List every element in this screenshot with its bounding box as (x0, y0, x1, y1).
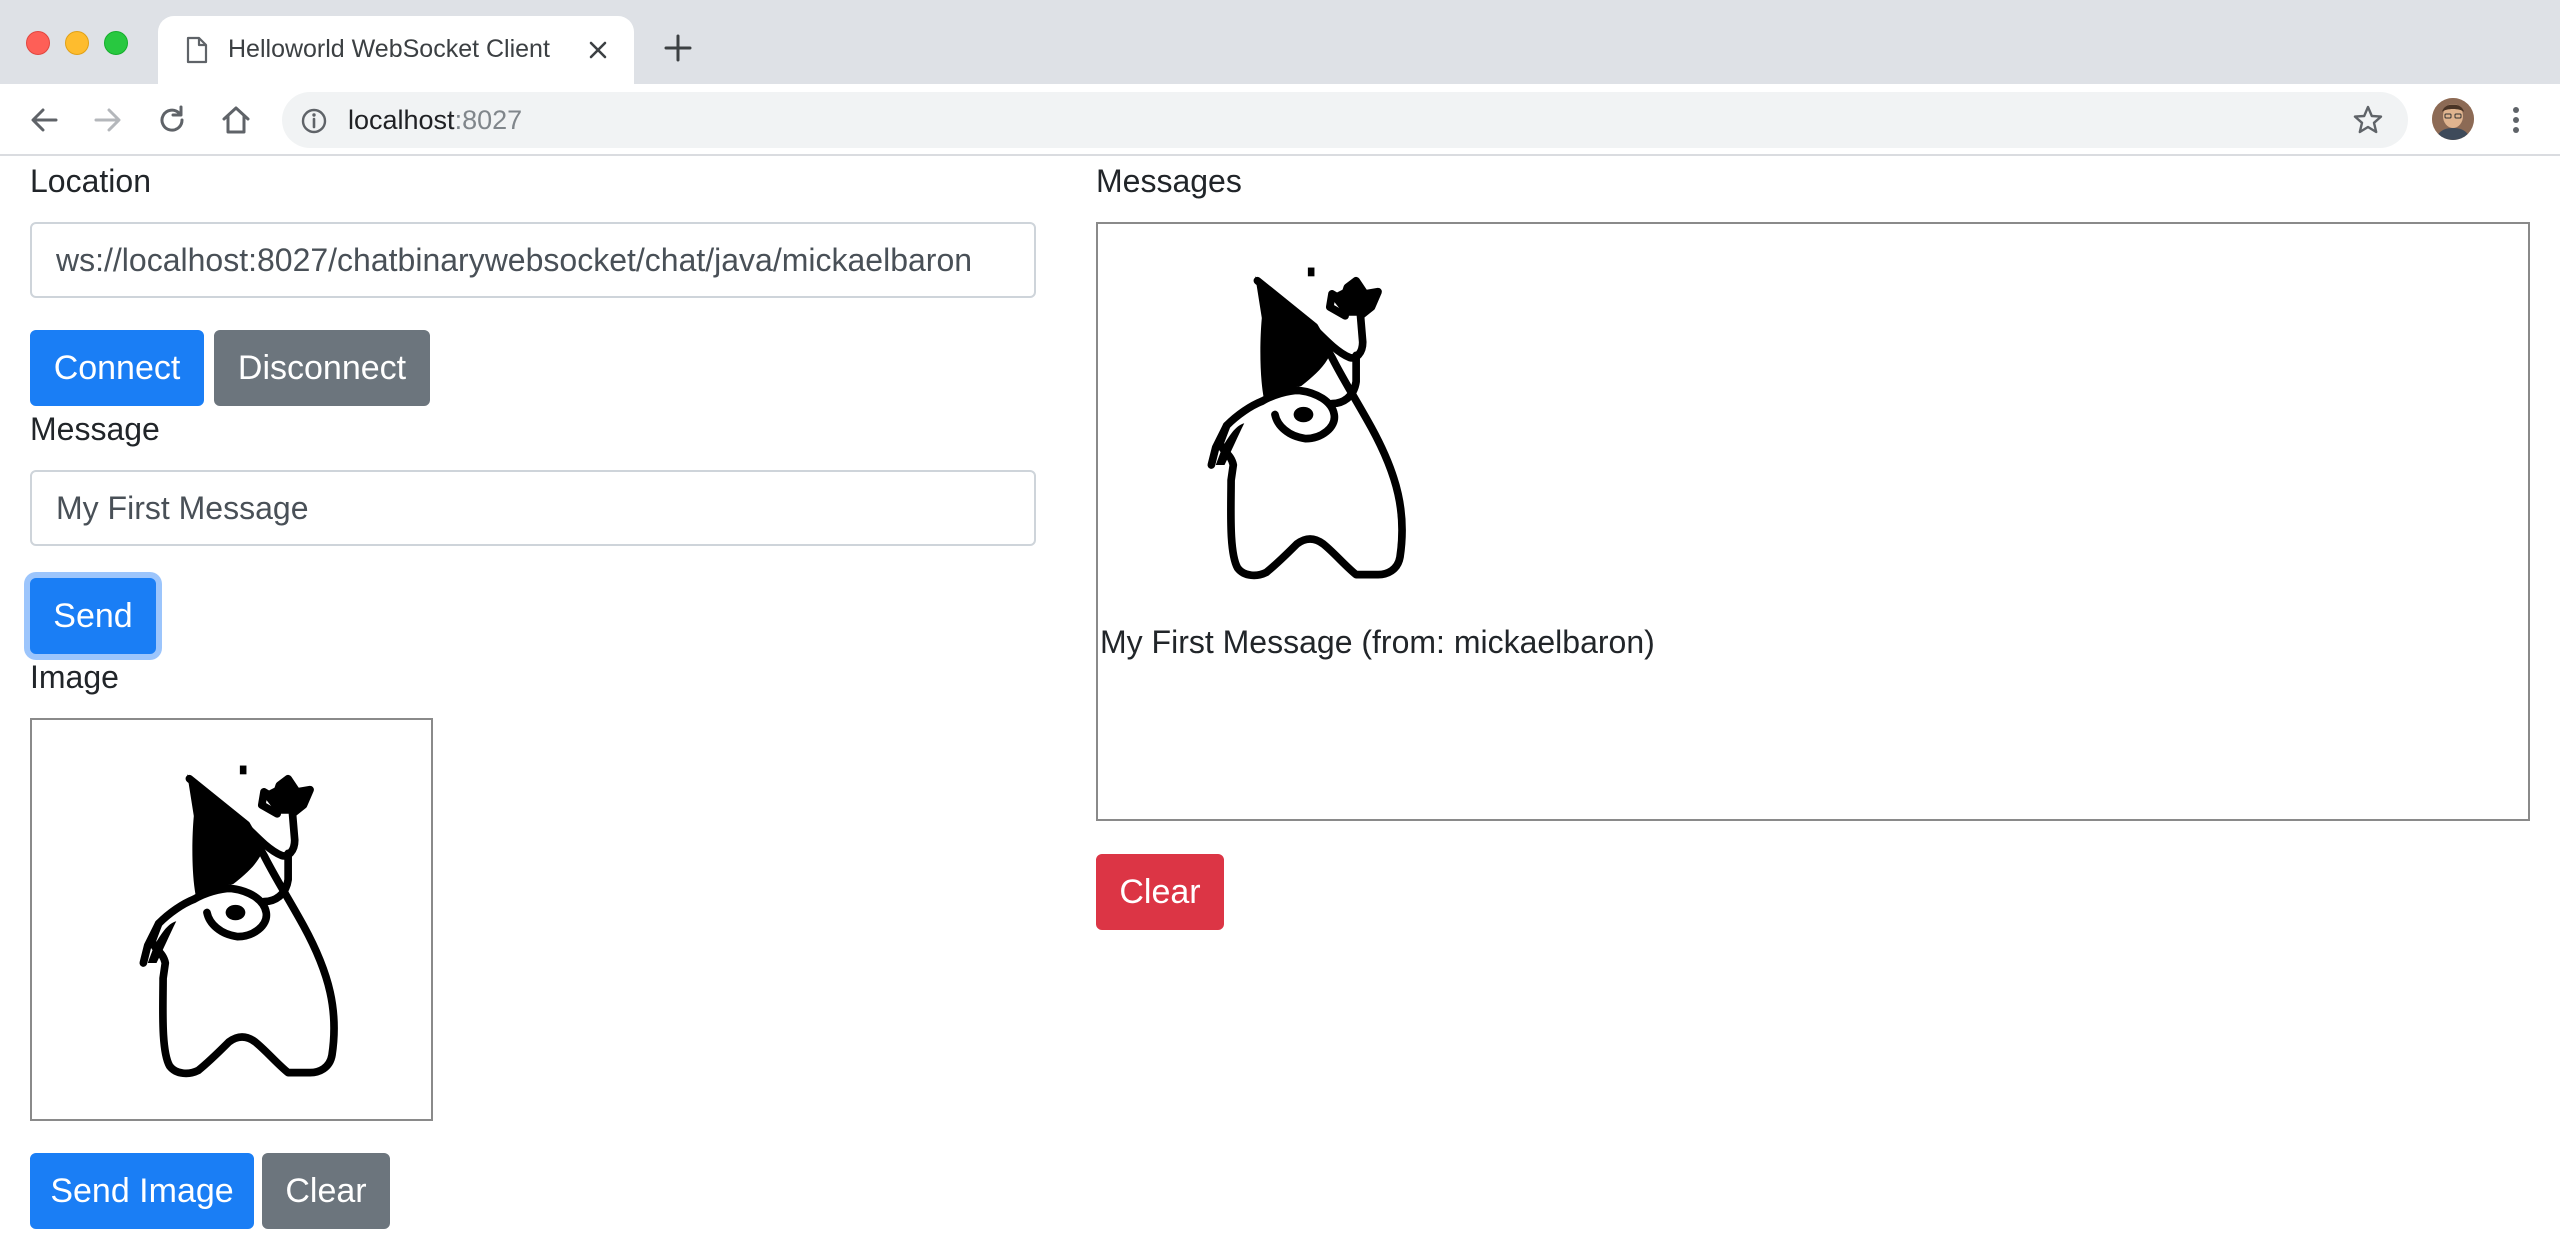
window-maximize-button[interactable] (104, 31, 128, 55)
close-icon[interactable] (584, 36, 612, 64)
address-bar[interactable]: localhost:8027 (282, 92, 2408, 148)
browser-tabstrip: Helloworld WebSocket Client (0, 0, 2560, 84)
home-icon[interactable] (218, 102, 254, 138)
duke-drawing-image (70, 765, 390, 1088)
image-preview[interactable] (30, 718, 433, 1121)
received-duke-image (1138, 267, 1458, 590)
disconnect-button[interactable]: Disconnect (214, 330, 430, 406)
window-close-button[interactable] (26, 31, 50, 55)
profile-avatar[interactable] (2432, 98, 2474, 140)
kebab-menu-icon[interactable] (2498, 102, 2534, 138)
image-label: Image (30, 659, 119, 695)
window-minimize-button[interactable] (65, 31, 89, 55)
send-image-button[interactable]: Send Image (30, 1153, 254, 1229)
location-input[interactable] (30, 222, 1036, 298)
avatar-image (2432, 98, 2474, 140)
messages-label: Messages (1096, 163, 1242, 199)
clear-image-button[interactable]: Clear (262, 1153, 390, 1229)
location-label: Location (30, 163, 151, 199)
page-content: Location Connect Disconnect Message Send… (0, 157, 2560, 1246)
url-port: :8027 (454, 105, 523, 135)
forward-arrow-icon[interactable] (90, 102, 126, 138)
star-icon[interactable] (2352, 104, 2384, 136)
send-button[interactable]: Send (30, 578, 156, 654)
plus-icon[interactable] (662, 32, 694, 64)
tab-title: Helloworld WebSocket Client (228, 35, 550, 63)
connect-button[interactable]: Connect (30, 330, 204, 406)
info-icon[interactable] (300, 107, 328, 135)
url-host: localhost (348, 105, 455, 135)
message-input[interactable] (30, 470, 1036, 546)
message-label: Message (30, 411, 160, 447)
browser-toolbar: localhost:8027 (0, 84, 2560, 156)
browser-tab[interactable]: Helloworld WebSocket Client (158, 16, 634, 84)
messages-panel[interactable]: My First Message (from: mickaelbaron) (1096, 222, 2530, 821)
message-item: My First Message (from: mickaelbaron) (1100, 624, 1655, 660)
page-icon (186, 36, 208, 64)
clear-messages-button[interactable]: Clear (1096, 854, 1224, 930)
reload-icon[interactable] (154, 102, 190, 138)
back-arrow-icon[interactable] (26, 102, 62, 138)
url-text[interactable]: localhost:8027 (348, 105, 522, 136)
